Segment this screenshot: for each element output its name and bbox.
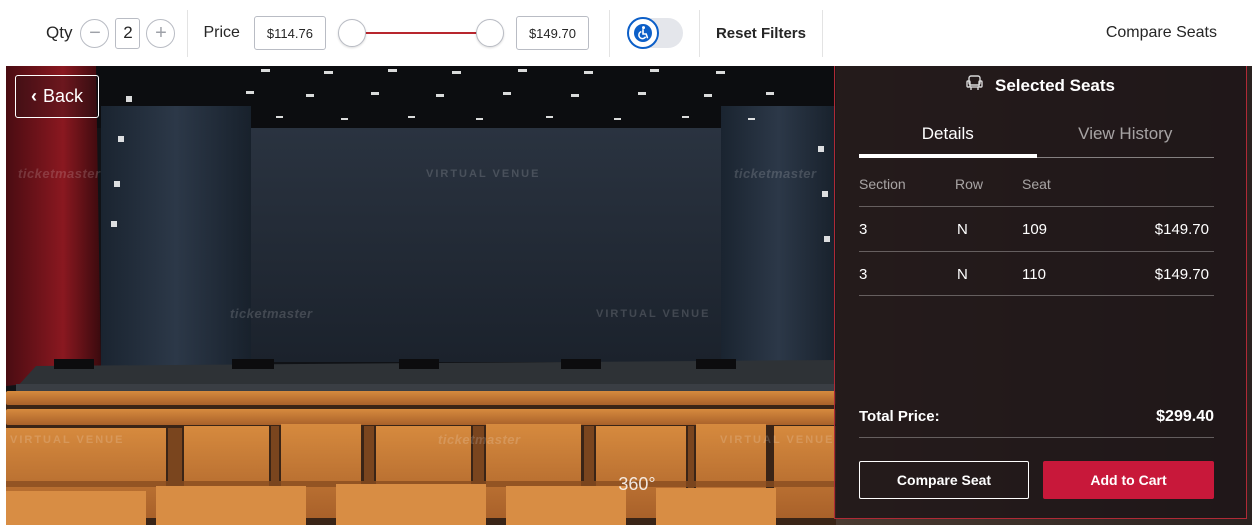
price-slider-track [351,32,490,34]
column-header-seat: Seat [1022,176,1051,192]
wheelchair-icon [626,17,659,49]
total-price-value: $299.40 [1156,408,1214,425]
add-to-cart-button[interactable]: Add to Cart [1043,461,1214,499]
qty-increment-button[interactable]: + [146,18,176,48]
chevron-left-icon: ‹ [30,86,37,106]
seat-row-letter: N [957,221,968,238]
compare-seat-button[interactable]: Compare Seat [859,461,1029,499]
panel-title-text: Selected Seats [994,75,1115,95]
compare-seats-link[interactable]: Compare Seats [1106,24,1217,42]
watermark-ticketmaster: ticketmaster [18,166,101,181]
watermark-ticketmaster: ticketmaster [438,432,521,447]
panel-title: Selected Seats [835,75,1246,96]
selected-seats-table: 3 N 109 $149.70 3 N 110 $149.70 [859,206,1214,296]
seat-row-letter: N [957,266,968,283]
seat-icon [966,75,983,96]
column-header-section: Section [859,176,906,192]
accessibility-toggle[interactable] [626,17,683,49]
qty-label: Qty [46,23,73,42]
watermark-virtual-venue: VIRTUAL VENUE [10,434,125,446]
toolbar-divider [821,9,823,57]
toolbar-divider [698,9,700,57]
watermark-virtual-venue: VIRTUAL VENUE [596,308,711,320]
price-label: Price [203,24,240,41]
qty-decrement-button[interactable]: − [80,18,110,48]
selected-seats-panel: Selected Seats Details View History Sect… [834,66,1247,519]
column-header-row: Row [955,176,984,192]
price-range-slider[interactable] [337,16,504,50]
rotate-360-icon[interactable]: 360° [609,467,665,501]
total-price-label: Total Price: [859,408,940,425]
seat-number: 110 [1022,266,1046,283]
watermark-virtual-venue: VIRTUAL VENUE [426,168,541,180]
reset-filters-button[interactable]: Reset Filters [716,25,806,42]
watermark-ticketmaster: ticketmaster [734,166,817,181]
price-slider-max-handle[interactable] [475,19,504,47]
table-row: 3 N 109 $149.70 [859,206,1214,251]
seat-section: 3 [859,266,868,283]
price-max-input[interactable]: $149.70 [515,16,589,50]
tab-details[interactable]: Details [859,118,1037,158]
seat-price: $149.70 [1154,221,1209,238]
seat-number: 109 [1022,221,1048,238]
seat-price: $149.70 [1154,266,1209,283]
price-filter: Price $114.76 $149.70 [188,0,589,66]
panel-tabs: Details View History [859,118,1214,158]
filter-toolbar: Qty − 2 + Price $114.76 $149.70 Reset Fi… [0,0,1252,66]
price-min-input[interactable]: $114.76 [253,16,326,50]
table-row: 3 N 110 $149.70 [859,251,1214,296]
watermark-ticketmaster: ticketmaster [230,306,313,321]
qty-value[interactable]: 2 [115,17,141,49]
back-button-label: Back [42,86,84,106]
seat-section: 3 [859,221,868,238]
tab-view-history[interactable]: View History [1036,118,1214,158]
toolbar-divider [608,9,610,57]
quantity-control: Qty − 2 + [0,0,176,66]
price-slider-min-handle[interactable] [337,19,366,47]
watermark-virtual-venue: VIRTUAL VENUE [720,434,835,446]
back-button[interactable]: ‹ Back [15,75,99,118]
view-360-label: 360° [618,473,656,494]
total-price-row: Total Price: $299.40 [859,398,1214,438]
